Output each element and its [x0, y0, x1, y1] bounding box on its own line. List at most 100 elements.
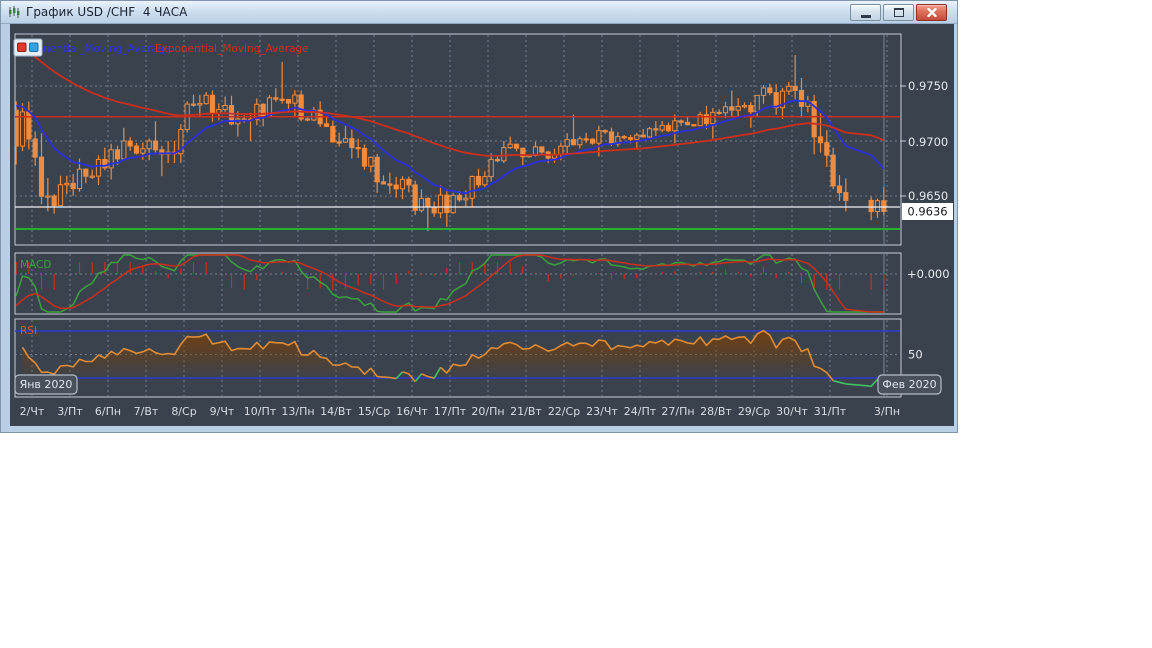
candle [127, 140, 133, 147]
candle [558, 145, 564, 155]
candle [754, 94, 760, 113]
price-tick-9700: 0.9700 [908, 135, 948, 149]
price-tick-9650: 0.9650 [908, 189, 948, 203]
candle [108, 149, 114, 169]
rsi-panel-label: RSI [20, 325, 37, 337]
candle [608, 131, 615, 145]
candle [463, 197, 469, 201]
rsi-mid-label: 50 [908, 348, 923, 362]
candle [76, 168, 83, 190]
candle [564, 139, 570, 147]
candle [874, 200, 881, 213]
legend-ema-slow: Exponential_Moving_Average [155, 43, 309, 55]
titlebar[interactable]: График USD /CHF 4 ЧАСА [1, 1, 957, 24]
candle [539, 146, 545, 153]
date-label: 16/Чт [396, 405, 428, 418]
candle [786, 85, 792, 92]
candle [596, 130, 602, 144]
candle [621, 136, 627, 139]
candle [653, 128, 659, 131]
candle [469, 175, 475, 199]
candle [640, 134, 646, 138]
date-label: 22/Ср [548, 405, 580, 418]
candle [830, 154, 836, 187]
candle [583, 138, 589, 141]
candle [222, 105, 228, 111]
date-label: 27/Пн [661, 405, 694, 418]
candle [824, 142, 830, 156]
candle [513, 143, 520, 149]
candle [748, 105, 754, 113]
candle [298, 94, 304, 120]
candle [279, 98, 285, 101]
candle [38, 156, 45, 197]
close-icon [926, 8, 937, 17]
candle [95, 158, 102, 177]
minimize-button[interactable] [850, 4, 881, 21]
candle [292, 94, 298, 104]
chart-canvas[interactable]: 2/Чт 3/Пт 6/Пн 7/Вт 8/Ср 9/Чт 10/Пт 13/Пн 14/Вт 1… [10, 24, 954, 426]
candle [121, 140, 127, 160]
candle [418, 197, 425, 211]
date-label: 30/Чт [776, 405, 808, 418]
date-label: 29/Ср [738, 405, 770, 418]
candle [114, 149, 121, 160]
candle [342, 138, 349, 143]
candle [355, 147, 361, 150]
chart-window: График USD /CHF 4 ЧАСА 2/Чт 3/Пт 6/Пн 7/… [0, 0, 958, 433]
restore-icon [893, 8, 904, 17]
candle [817, 136, 824, 144]
candle [437, 194, 444, 214]
date-label: 28/Вт [700, 405, 732, 418]
maximize-button[interactable] [883, 4, 914, 21]
date-label: 31/Пт [814, 405, 847, 418]
candle [456, 194, 463, 201]
date-label: 2/Чт [20, 405, 45, 418]
candle [488, 158, 494, 178]
candle [475, 175, 482, 186]
candle [387, 183, 393, 186]
date-label: 7/Вт [134, 405, 159, 418]
candle [152, 140, 159, 151]
date-label: 3/Пт [57, 405, 83, 418]
candle [273, 97, 279, 100]
candle [197, 103, 203, 106]
candle [380, 181, 387, 185]
close-button[interactable] [916, 4, 947, 21]
date-label: 9/Чт [210, 405, 235, 418]
sell-swatch-icon[interactable] [17, 42, 27, 52]
candle [602, 130, 608, 133]
candle [836, 185, 843, 194]
app-icon [9, 6, 20, 18]
candle [589, 138, 596, 144]
date-label: 6/Пн [95, 405, 121, 418]
candle [760, 87, 767, 96]
window-controls [850, 4, 947, 21]
candle [691, 124, 697, 127]
candle [425, 197, 431, 208]
candle [57, 184, 64, 207]
month-label-left: Янв 2020 [20, 378, 73, 391]
candle [64, 182, 70, 186]
candle [678, 120, 684, 123]
price-tick-9750: 0.9750 [908, 79, 948, 93]
candle [735, 105, 741, 111]
date-label: 17/Пт [434, 405, 467, 418]
candle [45, 195, 51, 198]
buy-swatch-icon[interactable] [29, 42, 39, 52]
candle [406, 178, 412, 186]
candle [304, 118, 311, 121]
date-label: 24/Пт [624, 405, 657, 418]
candle [722, 106, 729, 114]
desktop: График USD /CHF 4 ЧАСА 2/Чт 3/Пт 6/Пн 7/… [0, 0, 1152, 648]
current-price-label: 0.9636 [907, 205, 947, 219]
date-label: 21/Вт [510, 405, 542, 418]
date-label: 20/Пн [471, 405, 504, 418]
window-title: График USD /CHF 4 ЧАСА [26, 5, 188, 19]
candle [482, 176, 488, 186]
date-label: 14/Вт [320, 405, 352, 418]
candle [330, 125, 336, 143]
candle [285, 99, 292, 104]
candle [444, 194, 450, 214]
candle [665, 124, 672, 132]
